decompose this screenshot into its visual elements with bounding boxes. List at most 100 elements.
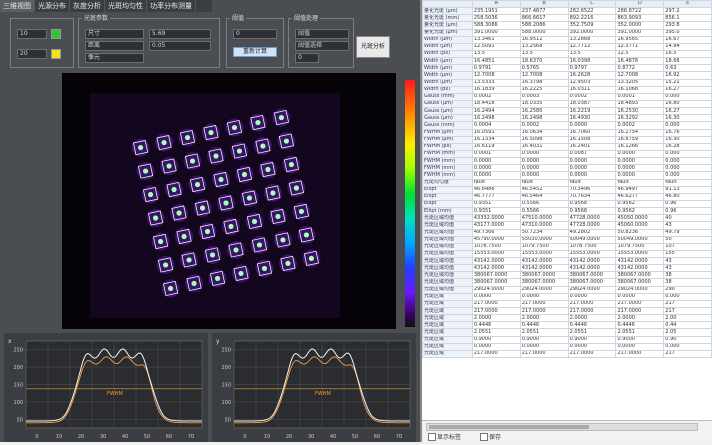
table-cell[interactable]: 0.0000 [567, 157, 617, 166]
table-cell[interactable]: fault [663, 178, 712, 187]
table-cell[interactable]: 0.9000 [615, 335, 665, 344]
table-cell[interactable]: 0.000 [663, 92, 712, 101]
table-row[interactable]: 光斑区域均值 380067.0000 380067.0000 380067.0000 3… [422, 271, 712, 280]
table-cell[interactable]: 0.8772 [615, 64, 665, 73]
table-row[interactable]: Ellipt (mm) 0.9351 0.5566 0.9568 0.9562 0.96 [422, 207, 712, 216]
table-cell[interactable]: 0.5566 [519, 199, 569, 209]
table-row[interactable]: 量化光斑 (µm) 391.0000 588.0000 392.0000 391.000… [422, 28, 712, 37]
table-cell[interactable]: 1079.7500 [615, 242, 665, 251]
row-label[interactable]: Width (µm) [422, 35, 473, 44]
light-spot[interactable] [155, 133, 174, 152]
table-cell[interactable]: 0.9797 [567, 64, 617, 73]
horizontal-scrollbar[interactable] [426, 423, 698, 431]
table-cell[interactable]: 16.4851 [471, 57, 521, 66]
row-label[interactable]: 光斑区域均值 [422, 285, 473, 294]
light-spot[interactable] [156, 255, 175, 274]
table-cell[interactable]: 0.000 [663, 292, 712, 301]
table-cell[interactable]: 288.8722 [615, 7, 665, 16]
tab-power-measurement[interactable]: 功率分布测量 [147, 0, 196, 12]
table-row[interactable]: FWHM (mm) 0.0000 0.0000 0.0000 0.0000 0.000 [422, 164, 712, 173]
row-label[interactable]: 光斑区域均值 [422, 257, 473, 266]
row-label[interactable]: Width (µm) [422, 71, 473, 80]
table-cell[interactable]: 16.80 [663, 99, 712, 109]
analyze-button[interactable]: 光斑分析 [356, 36, 390, 58]
table-cell[interactable]: 15.21 [663, 78, 712, 87]
table-cell[interactable]: 0.0000 [519, 342, 569, 351]
table-cell[interactable]: 0.63 [663, 64, 712, 73]
row-label[interactable]: 光斑区域 [422, 335, 473, 344]
table-cell[interactable]: 0.9000 [471, 335, 521, 344]
row-label[interactable]: 光斑区域均值 [422, 228, 473, 237]
table-cell[interactable]: 12.9503 [567, 78, 617, 87]
table-cell[interactable]: 12.5 [615, 49, 665, 59]
table-cell[interactable]: 866.6617 [519, 14, 569, 23]
light-spot[interactable] [146, 209, 165, 228]
row-label[interactable]: Width (px) [422, 49, 473, 59]
table-row[interactable]: 光斑区域均值 43142.0000 43142.0000 43142.0000 4314… [422, 264, 712, 273]
light-spot[interactable] [250, 235, 269, 254]
table-cell[interactable]: 1078.7500 [471, 242, 521, 251]
table-cell[interactable]: 0.0000 [567, 121, 617, 130]
table-cell[interactable]: 217.0000 [519, 299, 569, 309]
table-cell[interactable]: 0.0000 [615, 292, 665, 301]
table-cell[interactable]: 43177.0000 [471, 221, 521, 230]
light-spot[interactable] [272, 108, 291, 127]
show-labels-checkbox[interactable] [428, 433, 436, 441]
table-row[interactable]: Ellipt 46.7777 46.5464 70.7634 46.6277 46.80 [422, 192, 712, 201]
table-cell[interactable]: 380067.0000 [567, 271, 617, 280]
light-spot[interactable] [292, 202, 311, 221]
table-cell[interactable]: 0.0000 [615, 149, 665, 159]
light-spot[interactable] [225, 118, 244, 137]
table-cell[interactable]: 50049.0000 [615, 235, 665, 244]
table-row[interactable]: ABCDE [422, 0, 712, 9]
table-cell[interactable]: 2.0551 [615, 328, 665, 337]
table-cell[interactable]: 352.7509 [567, 21, 617, 30]
light-spot[interactable] [136, 162, 155, 181]
table-cell[interactable]: 13.2568 [519, 42, 569, 51]
upper-value-field[interactable]: 20 [17, 49, 47, 59]
table-cell[interactable]: 46.9497 [615, 185, 665, 194]
table-cell[interactable]: 47510.0000 [519, 214, 569, 223]
row-label[interactable]: FWHM (mm) [422, 164, 473, 173]
table-row[interactable]: 光斑区域 0.0000 0.0000 0.0000 0.0000 0.000 [422, 292, 712, 301]
table-cell[interactable]: 2.0000 [519, 314, 569, 323]
table-cell[interactable]: 0.9562 [615, 207, 665, 216]
table-cell[interactable]: 45060.0000 [615, 221, 665, 230]
table-cell[interactable]: 16.4031 [519, 142, 569, 151]
table-row[interactable]: 光斑区域 2.0000 2.0000 2.0000 2.0000 2.00 [422, 314, 712, 323]
table-cell[interactable]: 47728.0000 [567, 214, 617, 223]
table-cell[interactable]: 0.9351 [471, 207, 521, 216]
light-spot[interactable] [222, 217, 241, 236]
row-label[interactable]: Gauss (mm) [422, 92, 473, 101]
table-row[interactable]: 光斑区域 217.0000 217.0000 217.0000 217.0000 217 [422, 349, 712, 359]
table-cell[interactable]: 217.0000 [519, 349, 569, 359]
table-cell[interactable]: 47728.0000 [567, 221, 617, 230]
table-cell[interactable]: 15553.0000 [519, 249, 569, 259]
table-cell[interactable]: 0.0000 [519, 149, 569, 159]
table-cell[interactable]: 16.0634 [519, 128, 569, 137]
row-label[interactable]: Width (µm) [422, 64, 473, 73]
table-cell[interactable]: 588.3086 [471, 21, 521, 30]
table-cell[interactable]: 0.0000 [519, 292, 569, 301]
table-cell[interactable]: 0.96 [663, 199, 712, 209]
table-cell[interactable]: 49.2802 [567, 228, 617, 237]
table-cell[interactable]: 43142.0000 [519, 257, 569, 266]
table-cell[interactable]: 2.05 [663, 328, 712, 337]
table-cell[interactable]: 392.0000 [567, 28, 617, 37]
table-cell[interactable]: 12.7008 [615, 71, 665, 80]
table-cell[interactable]: 55030.0000 [519, 235, 569, 244]
table-cell[interactable]: 46.80 [663, 192, 712, 201]
table-cell[interactable]: 217 [663, 349, 712, 359]
row-label[interactable]: Gauss (µm) [422, 107, 473, 116]
table-cell[interactable]: 47310.0000 [519, 221, 569, 230]
row-label[interactable]: 光斑区域均值 [422, 278, 473, 287]
table-cell[interactable]: 0.0000 [615, 342, 665, 351]
table-cell[interactable]: 16.1068 [615, 85, 665, 94]
table-cell[interactable]: 50 [663, 235, 712, 244]
table-cell[interactable]: 0.4446 [471, 321, 521, 330]
table-cell[interactable]: 856.1 [663, 14, 712, 23]
table-cell[interactable]: 29024.0000 [615, 285, 665, 294]
table-cell[interactable]: 16.2530 [615, 107, 665, 116]
table-cell[interactable]: 0.9562 [615, 199, 665, 209]
row-label[interactable]: FWHM (px) [422, 142, 473, 151]
